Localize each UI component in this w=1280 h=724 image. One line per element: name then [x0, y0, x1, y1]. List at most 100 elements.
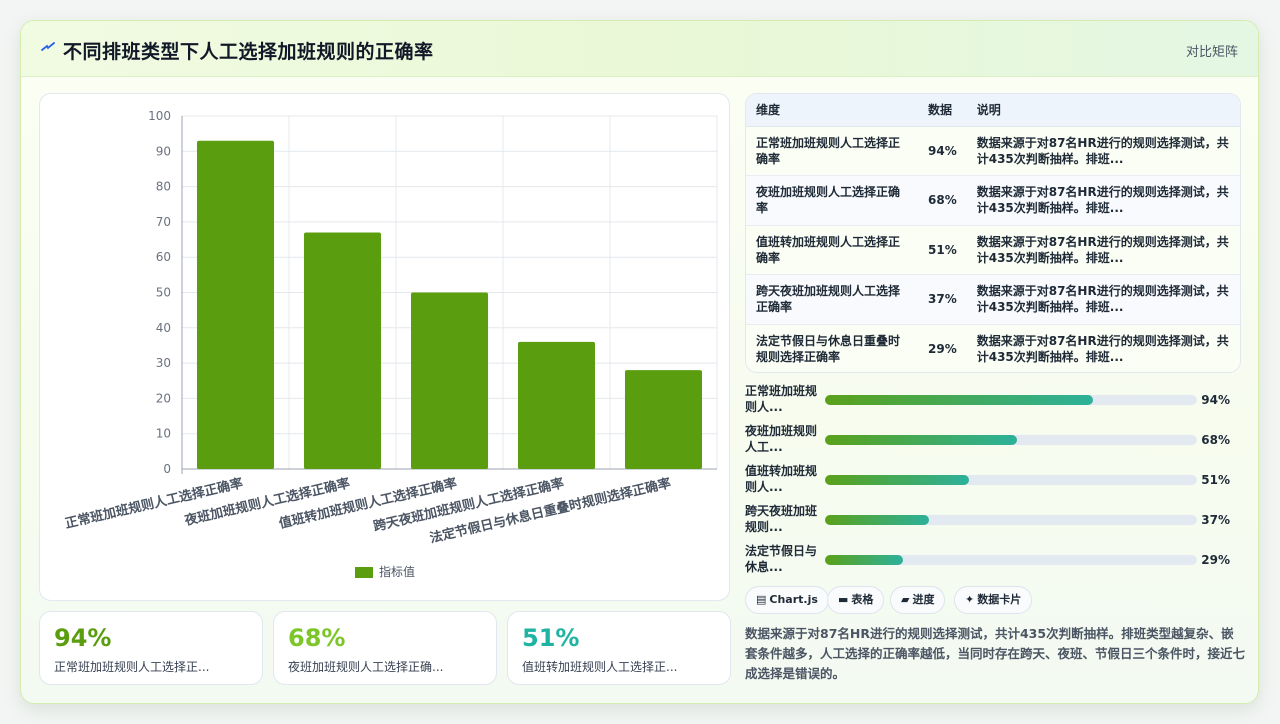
dashboard-card: 不同排班类型下人工选择加班规则的正确率 对比矩阵 0 10 20 30 40 50 60 70… [20, 20, 1259, 704]
cell-dimension: 正常班加班规则人工选择正确率 [746, 126, 918, 176]
chart-icon: ▤ [756, 593, 767, 606]
cell-dimension: 值班转加班规则人工选择正确率 [746, 225, 918, 275]
cell-dimension: 夜班加班规则人工选择正确率 [746, 175, 918, 226]
stat-label: 值班转加班规则人工选择正... [522, 660, 678, 674]
chip-label: 数据卡片 [977, 593, 1022, 606]
y-tick-label: 30 [156, 356, 171, 370]
progress-row: 法定节假日与休息... 29% [745, 543, 1241, 577]
lightning-icon [41, 42, 55, 51]
progress-row: 跨天夜班加班规则... 37% [745, 503, 1241, 537]
table-row: 跨天夜班加班规则人工选择正确率 37% 数据来源于对87名HR进行的规则选择测试… [746, 274, 1240, 325]
data-table-panel: 维度 数据 说明 正常班加班规则人工选择正确率 94% 数据来源于对87名HR进… [745, 93, 1241, 373]
progress-label: 值班转加班规则人... [745, 464, 818, 494]
table-icon: ▬ [838, 593, 849, 606]
y-tick-label: 40 [156, 321, 171, 335]
y-tick-label: 0 [163, 462, 171, 476]
cell-description: 数据来源于对87名HR进行的规则选择测试，共计435次判断抽样。排班... [966, 225, 1240, 275]
header-bar: 不同排班类型下人工选择加班规则的正确率 对比矩阵 [21, 21, 1258, 77]
chip-progress[interactable]: ▰ 进度 [890, 586, 946, 614]
stat-value: 68% [288, 624, 346, 652]
y-tick-label: 70 [156, 215, 171, 229]
progress-fill [825, 555, 904, 565]
stat-value: 51% [522, 624, 580, 652]
progress-value: 68% [1201, 433, 1230, 447]
progress-icon: ▰ [901, 593, 910, 606]
bar [624, 370, 703, 469]
table-row: 正常班加班规则人工选择正确率 94% 数据来源于对87名HR进行的规则选择测试，… [746, 126, 1240, 176]
stat-label: 正常班加班规则人工选择正... [54, 660, 210, 674]
progress-fill [825, 515, 930, 525]
progress-track [825, 555, 1197, 565]
table-header-row: 维度 数据 说明 [746, 94, 1240, 127]
progress-label: 正常班加班规则人... [745, 384, 818, 414]
sparkle-icon: ✦ [965, 593, 975, 606]
progress-track [825, 395, 1197, 405]
y-tick-label: 100 [148, 109, 171, 123]
stat-card: 51% 值班转加班规则人工选择正... [507, 611, 731, 685]
cell-value: 51% [918, 225, 967, 275]
summary-note: 数据来源于对87名HR进行的规则选择测试，共计435次判断抽样。排班类型越复杂、… [745, 626, 1246, 681]
progress-value: 29% [1201, 553, 1230, 567]
y-tick-label: 20 [156, 391, 171, 405]
stat-label: 夜班加班规则人工选择正确... [288, 660, 444, 674]
cell-description: 数据来源于对87名HR进行的规则选择测试，共计435次判断抽样。排班... [966, 175, 1240, 226]
cell-description: 数据来源于对87名HR进行的规则选择测试，共计435次判断抽样。排班... [966, 126, 1240, 176]
progress-row: 正常班加班规则人... 94% [745, 383, 1241, 417]
chip-chartjs[interactable]: ▤ Chart.js [745, 586, 829, 614]
bar [196, 140, 275, 469]
column-header: 数据 [918, 94, 967, 127]
x-tick-label: 正常班加班规则人工选择正确率 [63, 475, 244, 532]
progress-value: 94% [1201, 393, 1230, 407]
progress-track [825, 435, 1197, 445]
y-tick-label: 80 [156, 180, 171, 194]
legend-swatch [355, 567, 373, 578]
stat-card: 94% 正常班加班规则人工选择正... [39, 611, 263, 685]
progress-value: 51% [1201, 473, 1230, 487]
cell-value: 37% [918, 274, 967, 325]
progress-track [825, 475, 1197, 485]
stat-value: 94% [54, 624, 112, 652]
progress-row: 值班转加班规则人... 51% [745, 463, 1241, 497]
view-tag: 对比矩阵 [1185, 45, 1238, 60]
chip-label: Chart.js [769, 593, 818, 606]
progress-label: 法定节假日与休息... [745, 544, 818, 574]
table-row: 夜班加班规则人工选择正确率 68% 数据来源于对87名HR进行的规则选择测试，共… [746, 175, 1240, 226]
table-row: 法定节假日与休息日重叠时规则选择正确率 29% 数据来源于对87名HR进行的规则… [746, 324, 1240, 372]
stat-card: 68% 夜班加班规则人工选择正确... [273, 611, 497, 685]
bar [303, 232, 382, 469]
chip-table[interactable]: ▬ 表格 [827, 586, 885, 614]
y-tick-label: 60 [156, 250, 171, 264]
progress-value: 37% [1201, 513, 1230, 527]
chip-label: 进度 [912, 593, 935, 606]
chip-data-cards[interactable]: ✦ 数据卡片 [954, 586, 1033, 614]
progress-fill [825, 435, 1017, 445]
progress-label: 跨天夜班加班规则... [745, 504, 818, 534]
progress-row: 夜班加班规则人工... 68% [745, 423, 1241, 457]
x-tick-label: 值班转加班规则人工选择正确率 [277, 475, 458, 532]
legend-label: 指标值 [379, 564, 415, 579]
progress-label: 夜班加班规则人工... [745, 424, 818, 454]
y-tick-label: 50 [156, 286, 171, 300]
table-row: 值班转加班规则人工选择正确率 51% 数据来源于对87名HR进行的规则选择测试，… [746, 225, 1240, 275]
cell-dimension: 法定节假日与休息日重叠时规则选择正确率 [746, 324, 918, 372]
cell-value: 68% [918, 175, 967, 226]
page-title: 不同排班类型下人工选择加班规则的正确率 [63, 41, 434, 63]
bar [517, 341, 596, 469]
cell-description: 数据来源于对87名HR进行的规则选择测试，共计435次判断抽样。排班... [966, 324, 1240, 372]
cell-description: 数据来源于对87名HR进行的规则选择测试，共计435次判断抽样。排班... [966, 274, 1240, 325]
progress-track [825, 515, 1197, 525]
chip-label: 表格 [851, 593, 874, 606]
bar-chart: 0102030405060708090100正常班加班规则人工选择正确率夜班加班… [63, 109, 718, 579]
cell-dimension: 跨天夜班加班规则人工选择正确率 [746, 274, 918, 325]
bar-chart-panel: 0 10 20 30 40 50 60 70 80 90 100 正常班加班规则人工选择正确率 夜班加班… [39, 93, 730, 601]
data-table: 维度 数据 说明 正常班加班规则人工选择正确率 94% 数据来源于对87名HR进… [746, 94, 1240, 372]
column-header: 维度 [746, 94, 918, 127]
cell-value: 29% [918, 324, 967, 372]
cell-value: 94% [918, 126, 967, 176]
progress-fill [825, 395, 1093, 405]
progress-fill [825, 475, 969, 485]
y-tick-label: 10 [156, 427, 171, 441]
bar [410, 292, 489, 469]
y-tick-label: 90 [156, 144, 171, 158]
column-header: 说明 [966, 94, 1240, 127]
